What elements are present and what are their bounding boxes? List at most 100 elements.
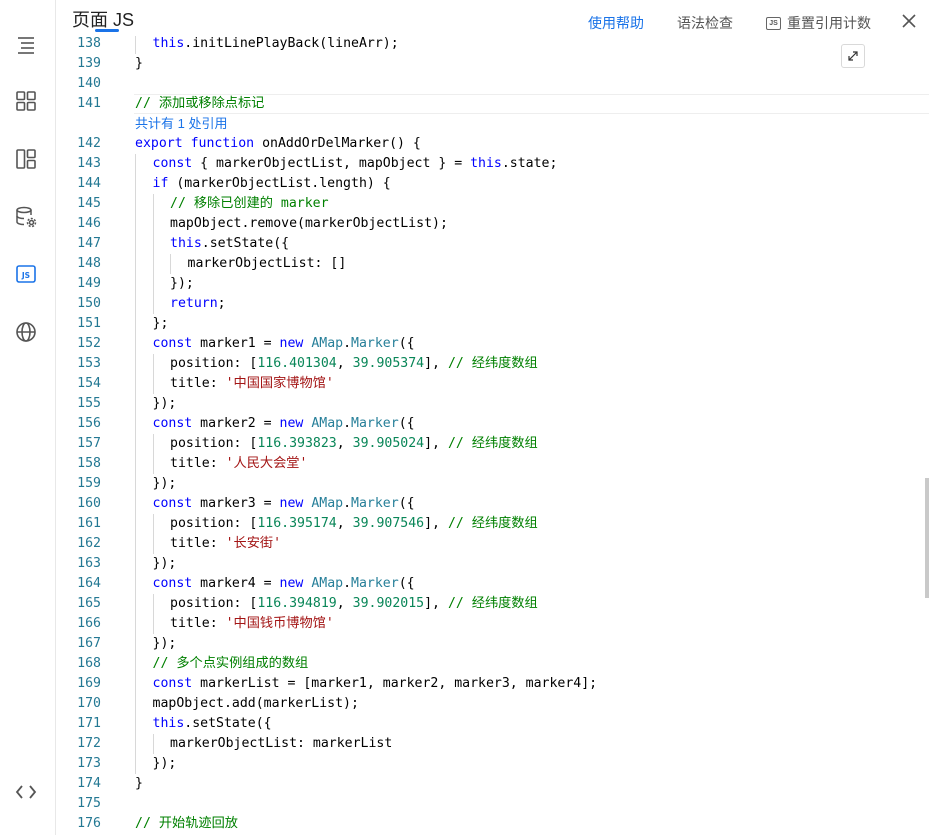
- indent-guide: [152, 294, 154, 314]
- code-token: '长安街': [225, 536, 282, 551]
- help-link[interactable]: 使用帮助: [588, 13, 644, 33]
- code-line[interactable]: 171 this.setState({: [56, 714, 929, 734]
- line-text: position: [116.394819, 39.902015], // 经纬…: [170, 594, 538, 614]
- indent-guide: [152, 354, 154, 374]
- code-line[interactable]: 139}: [56, 54, 929, 74]
- indent-guide: [135, 234, 136, 254]
- code-line[interactable]: 152 const marker1 = new AMap.Marker({: [56, 334, 929, 354]
- indent-guide: [152, 374, 154, 394]
- code-line[interactable]: 156 const marker2 = new AMap.Marker({: [56, 414, 929, 434]
- indent-guide: [135, 274, 136, 294]
- code-line[interactable]: 151};: [56, 314, 929, 334]
- code-token: markerObjectList: []: [187, 256, 347, 271]
- syntax-check-button[interactable]: 语法检查: [677, 13, 733, 33]
- code-token: marker1 =: [192, 336, 280, 351]
- code-line[interactable]: 164 const marker4 = new AMap.Marker({: [56, 574, 929, 594]
- line-number: 151: [77, 316, 101, 331]
- indent-guide: [152, 514, 154, 534]
- close-icon[interactable]: [902, 14, 916, 28]
- line-text: });: [153, 754, 177, 774]
- js-button[interactable]: JS: [12, 260, 40, 288]
- code-line[interactable]: 157 position: [116.393823, 39.905024], //…: [56, 434, 929, 454]
- js-icon: JS: [16, 265, 36, 283]
- code-line[interactable]: 172 markerObjectList: markerList: [56, 734, 929, 754]
- code-token: AMap: [311, 496, 344, 511]
- code-line[interactable]: 149});: [56, 274, 929, 294]
- code-line[interactable]: 158 title: '人民大会堂': [56, 454, 929, 474]
- code-line[interactable]: 162 title: '长安街': [56, 534, 929, 554]
- line-number: 142: [77, 136, 101, 151]
- panel-header: 页面 JS 使用帮助 语法检查 JS 重置引用计数: [56, 0, 929, 36]
- code-line[interactable]: 148 markerObjectList: []: [56, 254, 929, 274]
- code-line[interactable]: 145 // 移除已创建的 marker: [56, 194, 929, 214]
- code-line[interactable]: 166 title: '中国钱币博物馆': [56, 614, 929, 634]
- line-number: 161: [77, 516, 101, 531]
- code-token: Marker: [351, 576, 399, 591]
- indent-guide: [152, 234, 154, 254]
- code-line[interactable]: 159});: [56, 474, 929, 494]
- code-token: AMap: [311, 336, 344, 351]
- code-line[interactable]: 165 position: [116.394819, 39.902015], //…: [56, 594, 929, 614]
- code-token: Marker: [351, 336, 399, 351]
- code-token: // 经纬度数组: [447, 436, 538, 451]
- code-token: new: [279, 416, 304, 431]
- code-token: 39.902015: [352, 596, 425, 611]
- globe-button[interactable]: [12, 318, 40, 346]
- code-token: onAddOrDelMarker() {: [254, 136, 421, 151]
- indent-guide: [135, 614, 136, 634]
- indent-guide: [135, 554, 136, 574]
- code-line[interactable]: 142 export function onAddOrDelMarker() {: [56, 134, 929, 154]
- components-button[interactable]: [12, 87, 40, 115]
- code-token: });: [152, 396, 177, 411]
- code-line[interactable]: 170 mapObject.add(markerList);: [56, 694, 929, 714]
- code-toggle-button[interactable]: [12, 778, 40, 806]
- line-text: });: [153, 474, 177, 494]
- code-token: 39.907546: [352, 516, 425, 531]
- code-line[interactable]: 167});: [56, 634, 929, 654]
- code-line[interactable]: 163});: [56, 554, 929, 574]
- code-line[interactable]: 154 title: '中国国家博物馆': [56, 374, 929, 394]
- fullscreen-button[interactable]: [841, 44, 865, 68]
- layout-button[interactable]: [12, 145, 40, 173]
- indent-guide: [152, 734, 154, 754]
- code-line[interactable]: 161 position: [116.395174, 39.907546], //…: [56, 514, 929, 534]
- code-line[interactable]: 138 this.initLinePlayBack(lineArr);: [56, 36, 929, 54]
- code-line[interactable]: 169 const markerList = [marker1, marker2,…: [56, 674, 929, 694]
- code-token: ,: [336, 596, 353, 611]
- code-token: export: [135, 136, 183, 151]
- references-codelens[interactable]: 共计有 1 处引用: [135, 114, 227, 134]
- outline-button[interactable]: [12, 31, 40, 59]
- line-text: return;: [170, 294, 226, 314]
- code-line[interactable]: 160 const marker3 = new AMap.Marker({: [56, 494, 929, 514]
- indent-guide: [135, 514, 136, 534]
- datasource-button[interactable]: [12, 203, 40, 231]
- code-line[interactable]: 150 return;: [56, 294, 929, 314]
- code-token: const: [152, 416, 193, 431]
- code-line[interactable]: 140: [56, 74, 929, 94]
- code-line[interactable]: 141 // 添加或移除点标记: [56, 94, 929, 114]
- code-line[interactable]: 153 position: [116.401304, 39.905374], //…: [56, 354, 929, 374]
- code-line[interactable]: 175: [56, 794, 929, 814]
- indent-guide: [135, 194, 136, 214]
- line-text: title: '长安街': [170, 534, 281, 554]
- line-text: // 多个点实例组成的数组: [153, 654, 309, 674]
- code-line[interactable]: 143 const { markerObjectList, mapObject }…: [56, 154, 929, 174]
- globe-icon: [16, 322, 36, 342]
- code-line[interactable]: 168 // 多个点实例组成的数组: [56, 654, 929, 674]
- code-line[interactable]: 155});: [56, 394, 929, 414]
- line-number: 165: [77, 596, 101, 611]
- editor-scrollbar[interactable]: [925, 478, 929, 598]
- code-line[interactable]: 147 this.setState({: [56, 234, 929, 254]
- code-line[interactable]: 146 mapObject.remove(markerObjectList);: [56, 214, 929, 234]
- indent-guide: [135, 654, 136, 674]
- code-editor[interactable]: 138 this.initLinePlayBack(lineArr); 139} 14…: [56, 36, 929, 835]
- indent-guide: [135, 714, 136, 734]
- code-line[interactable]: 173});: [56, 754, 929, 774]
- indent-guide: [135, 574, 136, 594]
- code-line[interactable]: 144 if (markerObjectList.length) {: [56, 174, 929, 194]
- code-line[interactable]: 176 // 开始轨迹回放: [56, 814, 929, 834]
- code-line[interactable]: 174}: [56, 774, 929, 794]
- indent-guide: [135, 454, 136, 474]
- reset-ref-count-button[interactable]: JS 重置引用计数: [766, 13, 871, 33]
